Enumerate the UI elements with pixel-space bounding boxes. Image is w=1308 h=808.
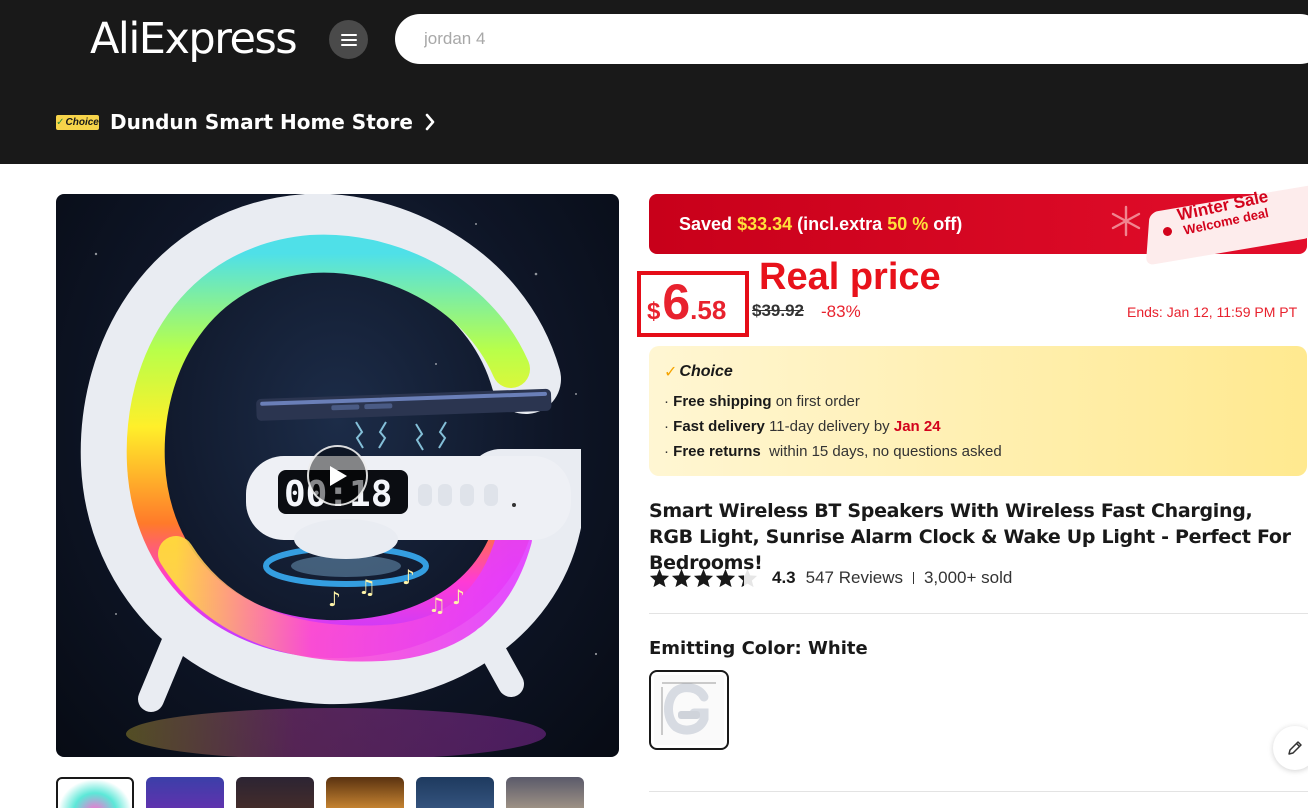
current-price: $ 6 .58 [647, 274, 727, 330]
svg-text:♫: ♫ [358, 575, 376, 599]
search-input[interactable] [395, 14, 1308, 64]
thumbnail[interactable] [326, 777, 404, 808]
sold-count: 3,000+ sold [923, 568, 1013, 587]
tag-hole [1163, 227, 1172, 236]
menu-button[interactable] [329, 20, 368, 59]
real-price-annotation: Real price [759, 256, 941, 298]
star-icon [649, 568, 670, 588]
play-video-button[interactable] [307, 445, 368, 506]
star-partial-icon [737, 568, 758, 588]
chevron-right-icon[interactable] [425, 113, 435, 131]
thumbnail[interactable] [506, 777, 584, 808]
store-link[interactable]: ✓ Choice Dundun Smart Home Store [56, 110, 435, 134]
star-icon [671, 568, 692, 588]
divider-bar [912, 572, 914, 584]
choice-title: ✓ Choice [664, 363, 733, 381]
thumbnail[interactable] [56, 777, 134, 808]
sale-ends-text: Ends: Jan 12, 11:59 PM PT [1127, 304, 1298, 320]
check-icon: ✓ [664, 364, 678, 381]
reviews-link[interactable]: 547 Reviews [806, 568, 903, 588]
choice-badge: ✓ Choice [56, 114, 99, 130]
hamburger-icon [340, 33, 357, 46]
svg-text:♪: ♪ [328, 587, 341, 611]
aliexpress-logo[interactable]: AliExpress [90, 14, 298, 64]
thumbnail[interactable] [146, 777, 224, 808]
benefit-delivery: · Fast delivery 11-day delivery by Jan 2… [664, 418, 941, 435]
star-icon [715, 568, 736, 588]
star-icon [693, 568, 714, 588]
swatch-product-image [654, 675, 724, 745]
store-name[interactable]: Dundun Smart Home Store [110, 110, 413, 134]
snowflake-icon [1111, 205, 1141, 237]
star-rating[interactable] [649, 568, 758, 588]
section-divider [649, 613, 1308, 614]
original-price: $39.92 [752, 301, 804, 320]
svg-text:♪: ♪ [452, 585, 465, 609]
rating-value: 4.3 [772, 568, 796, 587]
edit-floating-button[interactable] [1273, 726, 1308, 770]
color-swatch-white[interactable] [649, 670, 729, 750]
section-divider [649, 791, 1308, 792]
top-header: AliExpress ✓Choice Dundun Smart Home Sto… [0, 0, 1308, 164]
search-bar [395, 14, 1308, 64]
benefit-shipping: · Free shipping on first order [664, 393, 860, 410]
benefit-returns: · Free returns within 15 days, no questi… [664, 443, 1002, 460]
product-main-image[interactable]: 00:18 ♪ ♫ ♪ ♫ ♪ [56, 194, 619, 757]
svg-text:♫: ♫ [428, 593, 446, 617]
thumbnail[interactable] [416, 777, 494, 808]
discount-percent: -83% [821, 302, 861, 321]
thumbnail-strip [56, 777, 584, 808]
svg-text:♪: ♪ [402, 565, 415, 589]
product-title: Smart Wireless BT Speakers With Wireless… [649, 500, 1291, 574]
saved-text: Saved $33.34 (incl.extra 50 % off) [679, 214, 963, 234]
pencil-icon [1288, 741, 1302, 755]
play-icon [329, 465, 347, 486]
rating-row: 4.3 547 Reviews 3,000+ sold [649, 568, 1012, 588]
color-label: Emitting Color: White [649, 638, 868, 659]
thumbnail[interactable] [236, 777, 314, 808]
